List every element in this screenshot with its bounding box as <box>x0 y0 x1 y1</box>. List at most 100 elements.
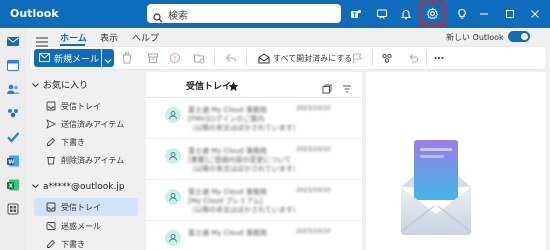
main-area: ホーム 表示 ヘルプ 新しい Outlook 新規メール すべて開封済みにする … <box>26 28 550 250</box>
tab-help[interactable]: ヘルプ <box>132 31 159 44</box>
ribbon-divider <box>214 51 215 65</box>
account-header[interactable]: a*****@outlook.jp <box>32 182 125 192</box>
bell-icon[interactable] <box>396 4 416 24</box>
more-options-icon[interactable] <box>432 51 446 65</box>
avatar-icon <box>165 107 181 123</box>
mark-all-read-label: すべて開封済みにする <box>273 53 353 63</box>
empty-inbox-envelope-illustration <box>396 132 476 246</box>
draft-icon <box>47 239 56 248</box>
apps-icon[interactable] <box>4 200 22 218</box>
outlook-window: Outlook 検索 T W X ホーム 表示 ヘルプ 新しい Outlook … <box>0 0 550 250</box>
folder-pane: お気に入り 受信トレイ 送信済みアイテム 下書き 削除済みアイテム a*****… <box>30 72 142 250</box>
folder-favorites-drafts[interactable]: 下書き <box>34 133 138 151</box>
favorites-header-label: お気に入り <box>43 81 89 91</box>
folder-label: 迷惑メール <box>61 221 101 231</box>
search-box[interactable]: 検索 <box>147 4 341 23</box>
svg-text:W: W <box>8 160 14 166</box>
excel-icon[interactable]: X <box>4 176 22 194</box>
message-list-title: 受信トレイ <box>186 82 232 92</box>
message-date: 2023/10/10 <box>296 105 331 112</box>
message-preview: （以降の本文はぼかされています） <box>188 124 300 132</box>
minimize-icon[interactable] <box>474 4 494 24</box>
folder-label: 受信トレイ <box>61 202 101 212</box>
avatar-icon <box>165 230 181 246</box>
folder-favorites-inbox[interactable]: 受信トレイ <box>34 97 138 115</box>
teams-icon[interactable]: T <box>346 4 366 24</box>
ribbon-divider <box>426 51 427 65</box>
reply-icon[interactable] <box>224 51 238 65</box>
search-input[interactable]: 検索 <box>168 7 188 22</box>
report-icon[interactable] <box>168 51 182 65</box>
ribbon-toolbar: 新規メール すべて開封済みにする <box>30 47 546 69</box>
apps-addin-icon[interactable] <box>380 51 394 65</box>
message-item[interactable]: 富士通 My Cloud 事務局 2023/10/10 [重要]ご登録内容の変更… <box>146 140 362 180</box>
folder-favorites-deleted[interactable]: 削除済みアイテム <box>34 151 138 169</box>
gear-icon <box>426 5 439 24</box>
app-title: Outlook <box>10 7 59 20</box>
message-item[interactable]: 富士通 My Cloud 事務局 2023/10/10 [My Cloud プレ… <box>146 181 362 221</box>
chevron-down-icon <box>104 49 112 68</box>
folder-label: 下書き <box>61 137 85 147</box>
junk-icon <box>46 222 56 230</box>
message-date: 2023/10/10 <box>296 187 331 194</box>
message-item[interactable]: 富士通 My Cloud 事務局 2023/10/10 <box>146 222 362 250</box>
message-item[interactable]: 富士通 My Cloud 事務局 2023/10/10 [FMV]ログインのご案… <box>146 99 362 139</box>
avatar-icon <box>165 148 181 164</box>
envelope-icon <box>39 53 50 65</box>
folder-account-inbox[interactable]: 受信トレイ <box>34 198 138 216</box>
favorites-header[interactable]: お気に入り <box>32 78 88 91</box>
message-date: 2023/10/10 <box>296 146 331 153</box>
move-icon[interactable] <box>192 51 206 65</box>
search-icon <box>153 8 163 27</box>
delete-icon[interactable] <box>120 51 134 65</box>
people-icon[interactable] <box>4 80 22 98</box>
whiteboard-icon[interactable] <box>372 4 392 24</box>
settings-button[interactable] <box>420 2 445 26</box>
ribbon-divider <box>246 51 247 65</box>
ribbon-divider <box>372 51 373 65</box>
maximize-icon[interactable] <box>500 4 520 24</box>
inbox-icon <box>46 202 56 212</box>
trash-icon <box>47 157 55 165</box>
draft-icon <box>47 137 56 146</box>
title-bar: Outlook 検索 T <box>0 0 550 28</box>
avatar-icon <box>165 189 181 205</box>
todo-icon[interactable] <box>4 128 22 146</box>
folder-label: 送信済みアイテム <box>61 119 125 129</box>
account-header-label: a*****@outlook.jp <box>43 182 125 192</box>
new-mail-button[interactable]: 新規メール <box>34 49 101 67</box>
groups-icon[interactable] <box>4 104 22 122</box>
flag-icon[interactable] <box>350 51 364 65</box>
filter-icon[interactable] <box>342 79 352 98</box>
calendar-icon[interactable] <box>4 56 22 74</box>
mail-icon[interactable] <box>4 32 22 50</box>
tab-home[interactable]: ホーム <box>60 31 87 44</box>
folder-label: 削除済みアイテム <box>61 155 125 165</box>
archive-icon[interactable] <box>146 51 160 65</box>
svg-text:X: X <box>9 184 14 190</box>
send-icon <box>46 119 56 129</box>
tab-home-underline <box>60 44 85 46</box>
message-list-header: 受信トレイ <box>146 72 362 98</box>
inbox-icon <box>46 101 56 111</box>
mark-all-read-button[interactable]: すべて開封済みにする <box>258 50 352 66</box>
folder-account-junk[interactable]: 迷惑メール <box>34 217 138 235</box>
new-outlook-toggle[interactable] <box>508 31 530 42</box>
message-preview: （以降の本文はぼかされています） <box>188 206 300 214</box>
lightbulb-icon[interactable] <box>452 4 472 24</box>
chevron-down-icon <box>32 182 39 192</box>
close-icon[interactable] <box>525 4 545 24</box>
folder-account-drafts[interactable]: 下書き <box>34 235 138 250</box>
word-icon[interactable]: W <box>4 152 22 170</box>
message-date: 2023/10/10 <box>296 228 331 235</box>
select-icon[interactable] <box>322 79 332 98</box>
app-rail: W X <box>0 28 26 250</box>
folder-favorites-sent[interactable]: 送信済みアイテム <box>34 115 138 133</box>
new-mail-dropdown[interactable] <box>102 49 114 67</box>
tab-view[interactable]: 表示 <box>100 31 118 44</box>
undo-icon[interactable] <box>406 51 420 65</box>
folder-label: 下書き <box>61 239 85 249</box>
star-icon[interactable] <box>228 77 239 96</box>
message-sender: 富士通 My Cloud 事務局 <box>188 229 267 237</box>
reading-pane <box>366 72 546 250</box>
